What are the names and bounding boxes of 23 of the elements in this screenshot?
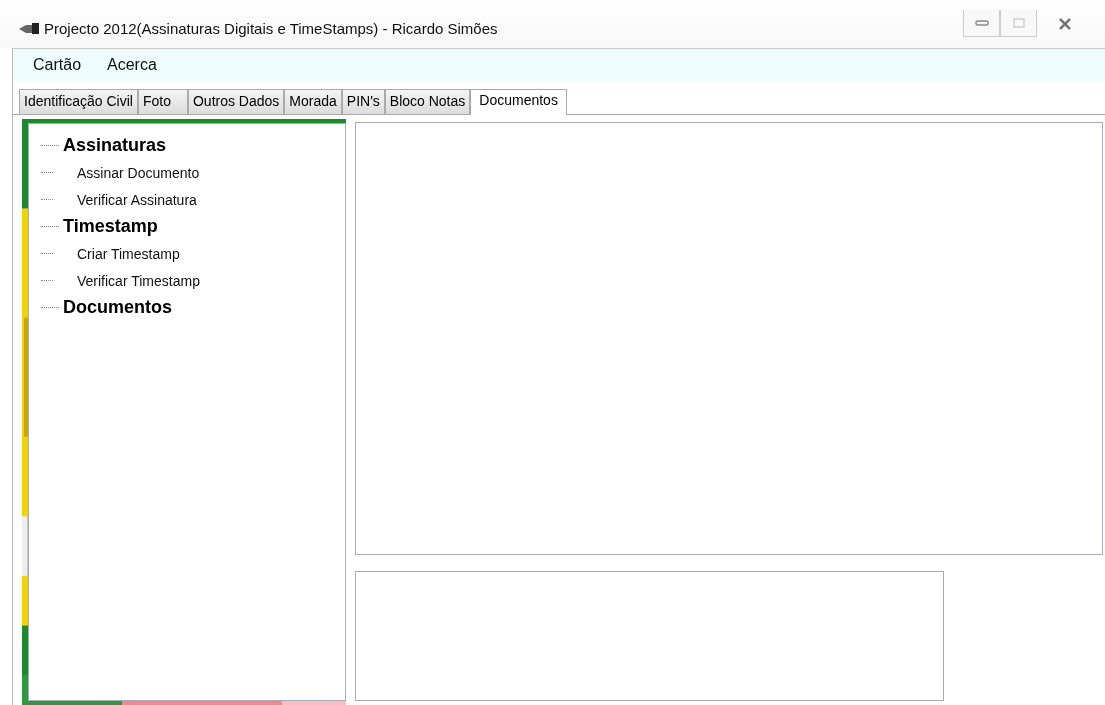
minimize-icon <box>974 20 989 26</box>
tab[interactable]: Outros Dados <box>187 89 285 114</box>
maximize-button[interactable] <box>1000 10 1037 37</box>
tab[interactable]: PIN's <box>341 89 385 114</box>
tab[interactable]: Morada <box>284 89 342 114</box>
tab[interactable]: Bloco Notas <box>384 89 471 114</box>
tab[interactable]: Documentos <box>470 89 567 115</box>
tree-item[interactable]: Timestamp <box>63 216 158 237</box>
maximize-icon <box>1012 18 1025 28</box>
menu-item[interactable]: Cartão <box>33 56 82 74</box>
window-title: Projecto 2012(Assinaturas Digitais e TimeStamps) - Ricardo Simões <box>44 19 498 37</box>
close-icon <box>1058 17 1072 30</box>
camera-icon <box>18 21 40 35</box>
tree-item[interactable]: Assinar Documento <box>77 164 200 181</box>
menu-item[interactable]: Acerca <box>107 56 157 74</box>
tree-item[interactable]: Assinaturas <box>63 135 167 156</box>
minimize-button[interactable] <box>963 10 1000 37</box>
tab[interactable]: Foto <box>137 89 188 114</box>
tab[interactable]: Identificação Civil <box>19 89 138 114</box>
tree-item[interactable]: Criar Timestamp <box>77 245 180 262</box>
tree-item[interactable]: Documentos <box>63 297 172 318</box>
tree-item[interactable]: Verificar Timestamp <box>77 272 200 289</box>
tree-item[interactable]: Verificar Assinatura <box>77 191 197 208</box>
